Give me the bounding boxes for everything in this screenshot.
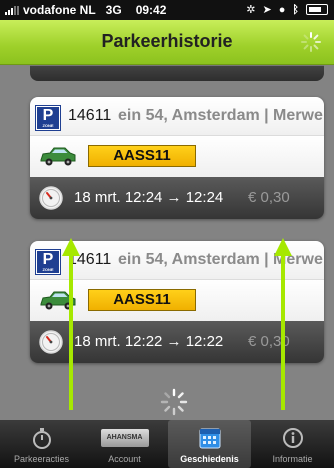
previous-record-partial [30, 65, 324, 81]
tab-label: Geschiedenis [180, 454, 239, 464]
annotation-arrow-icon [62, 238, 80, 410]
record-vehicle-row: AASS11 [30, 135, 324, 178]
status-time: 09:42 [135, 3, 167, 17]
tab-informatie[interactable]: Informatie [251, 420, 334, 468]
zone-code: 14611 [68, 107, 112, 124]
loading-spinner-icon [301, 32, 321, 52]
info-icon [282, 428, 303, 448]
stopwatch-icon [39, 186, 63, 210]
tab-label: Account [108, 454, 141, 464]
navigation-bar: Parkeerhistorie [0, 20, 334, 65]
car-icon [40, 147, 76, 166]
location-name: ein 54, Amsterdam | Merwe [118, 107, 323, 124]
license-plate: AASS11 [88, 145, 196, 167]
stopwatch-icon [32, 428, 51, 449]
tab-label: Informatie [272, 454, 313, 464]
tab-label: Parkeeracties [13, 454, 70, 464]
lock-rotation-icon: ● [278, 3, 286, 16]
tab-parkeeracties[interactable]: Parkeeracties [0, 420, 83, 468]
record-location-row: P ZONE 14611 ein 54, Amsterdam | Merwe [30, 97, 324, 135]
parking-cost: € 0,30 [248, 189, 290, 206]
calendar-icon [199, 428, 220, 449]
loading-spinner-icon [160, 388, 188, 416]
tab-geschiedenis[interactable]: Geschiedenis [168, 420, 251, 468]
bluetooth-icon: ᛒ [292, 3, 299, 16]
parking-record[interactable]: P ZONE 14611 ein 54, Amsterdam | Merwe AA… [30, 97, 324, 219]
signal-strength-icon [5, 5, 19, 15]
annotation-arrow-icon [274, 238, 292, 410]
tab-bar: Parkeeracties AHANSMA Account Geschieden… [0, 420, 334, 468]
tab-account[interactable]: AHANSMA Account [83, 420, 166, 468]
page-title: Parkeerhistorie [101, 31, 233, 51]
account-card-icon: AHANSMA [100, 429, 149, 447]
location-arrow-icon: ➤ [262, 4, 272, 16]
parking-zone-icon: P ZONE [36, 250, 60, 274]
status-bar: vodafone NL 3G 09:42 ✲ ➤ ● ᛒ [0, 0, 334, 20]
parking-time-range: 18 mrt. 12:24 → 12:24 [74, 189, 224, 206]
activity-spinner-icon: ✲ [246, 4, 256, 16]
license-plate: AASS11 [88, 289, 196, 311]
battery-icon [306, 4, 328, 15]
record-time-row: 18 mrt. 12:24 → 12:24 € 0,30 [30, 177, 324, 219]
carrier-name: vodafone NL [23, 3, 96, 17]
parking-time-range: 18 mrt. 12:22 → 12:22 [74, 333, 224, 350]
parking-zone-icon: P ZONE [36, 106, 60, 130]
network-type: 3G [105, 3, 122, 17]
